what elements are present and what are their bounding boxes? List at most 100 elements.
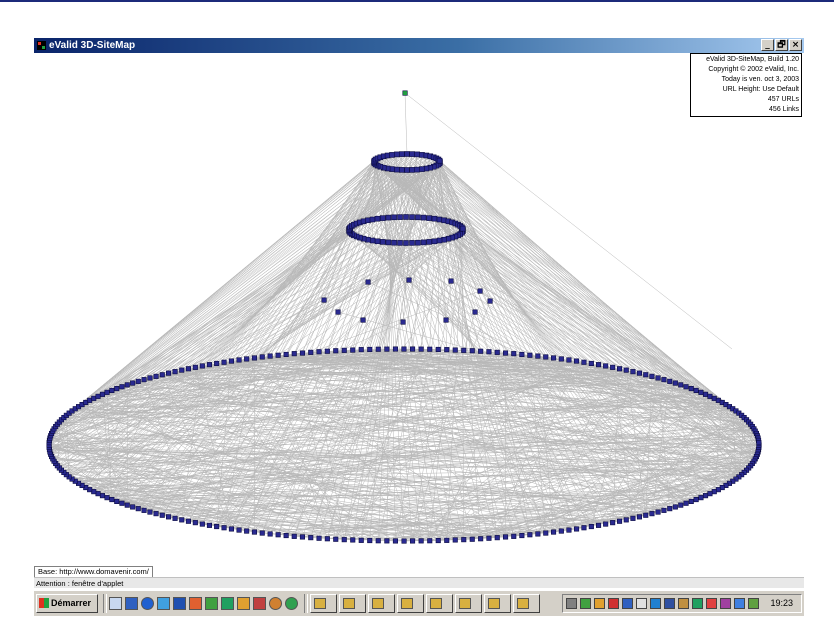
start-button[interactable]: Démarrer [36, 594, 98, 613]
url-node[interactable] [153, 373, 159, 379]
url-node[interactable] [299, 350, 306, 356]
url-node[interactable] [335, 309, 341, 315]
url-node[interactable] [688, 498, 694, 505]
url-node[interactable] [244, 356, 250, 362]
url-node[interactable] [379, 215, 386, 221]
tray-icon[interactable] [678, 598, 689, 609]
url-node[interactable] [636, 370, 643, 376]
url-node[interactable] [228, 358, 234, 364]
url-node[interactable] [185, 366, 191, 372]
tray-icon[interactable] [622, 598, 633, 609]
tray-icon[interactable] [664, 598, 675, 609]
url-node[interactable] [214, 523, 220, 530]
url-node[interactable] [114, 385, 120, 392]
url-node[interactable] [385, 214, 392, 221]
url-node[interactable] [95, 491, 101, 497]
url-node[interactable] [707, 393, 713, 399]
url-node[interactable] [393, 166, 400, 173]
url-node[interactable] [341, 537, 347, 543]
url-node[interactable] [603, 363, 609, 369]
browser-icon[interactable] [269, 597, 282, 610]
url-node[interactable] [259, 354, 265, 360]
url-node[interactable] [414, 166, 421, 173]
url-node[interactable] [392, 538, 399, 544]
url-node[interactable] [130, 504, 136, 510]
url-node[interactable] [283, 532, 289, 539]
url-node[interactable] [400, 319, 406, 325]
url-node[interactable] [275, 352, 281, 358]
url-node[interactable] [452, 347, 458, 353]
url-node[interactable] [435, 346, 441, 353]
url-node[interactable] [441, 236, 447, 243]
url-node[interactable] [114, 498, 120, 505]
url-node[interactable] [414, 151, 421, 158]
url-node[interactable] [610, 520, 616, 526]
url-node[interactable] [672, 504, 678, 510]
url-node[interactable] [431, 215, 438, 222]
url-node[interactable] [109, 496, 115, 503]
excel-icon[interactable] [205, 597, 218, 610]
url-node[interactable] [350, 347, 356, 353]
url-node[interactable] [461, 537, 467, 543]
url-node[interactable] [623, 367, 629, 373]
url-node[interactable] [147, 509, 153, 515]
url-node[interactable] [369, 216, 376, 223]
url-node[interactable] [693, 387, 699, 394]
url-node[interactable] [427, 538, 433, 544]
url-node[interactable] [415, 214, 421, 221]
url-node[interactable] [667, 378, 673, 384]
url-node[interactable] [486, 349, 492, 355]
url-node[interactable] [369, 237, 376, 244]
url-node[interactable] [461, 347, 467, 353]
url-node[interactable] [141, 377, 147, 383]
url-node[interactable] [649, 373, 655, 379]
url-node[interactable] [291, 351, 297, 357]
tray-icon[interactable] [650, 598, 661, 609]
url-node[interactable] [502, 350, 509, 356]
url-node[interactable] [707, 491, 713, 497]
url-node[interactable] [214, 360, 220, 367]
url-node[interactable] [702, 493, 709, 499]
tray-icon[interactable] [594, 598, 605, 609]
url-node[interactable] [667, 506, 673, 512]
task-button[interactable] [426, 594, 453, 613]
url-node[interactable] [643, 512, 649, 518]
close-button[interactable]: × [789, 39, 802, 51]
url-node[interactable] [283, 351, 289, 358]
url-node[interactable] [550, 355, 557, 361]
url-node[interactable] [141, 507, 147, 513]
url-node[interactable] [308, 349, 314, 355]
globe-icon[interactable] [285, 597, 298, 610]
restore-button[interactable]: 🗗 [775, 39, 788, 51]
url-node[interactable] [379, 239, 386, 245]
url-node[interactable] [588, 523, 594, 530]
url-node[interactable] [636, 514, 643, 520]
url-node[interactable] [384, 538, 390, 544]
url-node[interactable] [374, 215, 381, 222]
url-node[interactable] [436, 157, 443, 164]
word-icon[interactable] [173, 597, 186, 610]
url-node[interactable] [367, 537, 373, 544]
url-node[interactable] [358, 347, 364, 353]
url-node[interactable] [478, 348, 484, 354]
media-icon[interactable] [237, 597, 250, 610]
url-node[interactable] [135, 506, 141, 512]
url-node[interactable] [711, 489, 717, 495]
task-button[interactable] [368, 594, 395, 613]
url-node[interactable] [384, 346, 390, 352]
url-node[interactable] [678, 382, 684, 388]
url-node[interactable] [459, 225, 466, 232]
url-node[interactable] [527, 532, 533, 538]
url-node[interactable] [401, 346, 407, 352]
url-node[interactable] [147, 375, 153, 381]
tray-icon[interactable] [608, 598, 619, 609]
url-node[interactable] [324, 536, 330, 542]
url-node[interactable] [109, 387, 115, 394]
url-node[interactable] [435, 537, 441, 544]
url-node[interactable] [610, 364, 616, 370]
url-node[interactable] [179, 367, 185, 373]
url-node[interactable] [404, 167, 410, 173]
tray-icon[interactable] [580, 598, 591, 609]
url-node[interactable] [595, 522, 602, 528]
url-node[interactable] [698, 495, 704, 501]
